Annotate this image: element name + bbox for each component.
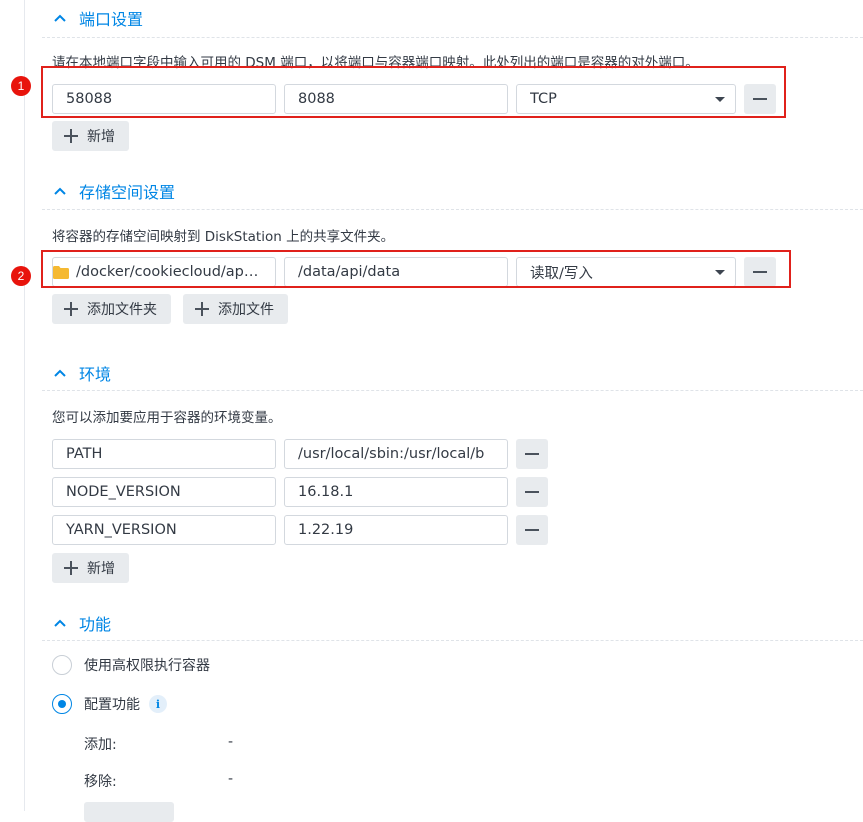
capabilities-add-value: - (228, 734, 234, 750)
plus-icon (64, 302, 78, 316)
section-divider (42, 390, 863, 391)
chevron-up-icon (52, 615, 68, 631)
env-key-input[interactable]: PATH (52, 439, 276, 469)
add-env-button[interactable]: 新增 (52, 553, 129, 583)
section-divider (42, 37, 863, 38)
capabilities-remove-value: - (228, 771, 234, 787)
remove-env-button[interactable] (516, 515, 548, 545)
chevron-up-icon (52, 183, 68, 199)
capabilities-remove-label: 移除: (84, 774, 117, 790)
configure-capabilities-option[interactable]: 配置功能 i (52, 693, 167, 715)
highlight-box-1 (41, 66, 786, 118)
section-title-environment: 环境 (79, 365, 112, 384)
remove-env-button[interactable] (516, 477, 548, 507)
env-value-input[interactable]: 1.22.19 (284, 515, 508, 545)
add-folder-button[interactable]: 添加文件夹 (52, 294, 171, 324)
chevron-up-icon (52, 10, 68, 26)
env-key-input[interactable]: NODE_VERSION (52, 477, 276, 507)
section-header-ports[interactable]: 端口设置 (52, 6, 143, 30)
section-title-capabilities: 功能 (79, 615, 112, 634)
remove-env-button[interactable] (516, 439, 548, 469)
minus-icon (525, 453, 539, 455)
minus-icon (525, 491, 539, 493)
env-key-input[interactable]: YARN_VERSION (52, 515, 276, 545)
minus-icon (525, 529, 539, 531)
plus-icon (64, 561, 78, 575)
chevron-up-icon (52, 365, 68, 381)
add-file-button[interactable]: 添加文件 (183, 294, 288, 324)
privileged-radio[interactable] (52, 655, 72, 675)
info-icon[interactable]: i (149, 695, 167, 713)
section-title-ports: 端口设置 (79, 10, 144, 29)
capabilities-add-label: 添加: (84, 737, 117, 753)
storage-description: 将容器的存储空间映射到 DiskStation 上的共享文件夹。 (52, 229, 395, 245)
annotation-badge-1: 1 (11, 76, 31, 96)
add-port-button[interactable]: 新增 (52, 121, 129, 151)
highlight-box-2 (41, 250, 791, 288)
env-value-input[interactable]: /usr/local/sbin:/usr/local/b (284, 439, 508, 469)
section-divider (42, 640, 863, 641)
configure-capabilities-radio[interactable] (52, 694, 72, 714)
section-divider (42, 209, 863, 210)
section-header-storage[interactable]: 存储空间设置 (52, 179, 175, 203)
left-divider (24, 0, 25, 811)
section-title-storage: 存储空间设置 (79, 183, 176, 202)
section-header-environment[interactable]: 环境 (52, 361, 111, 385)
env-value-input[interactable]: 16.18.1 (284, 477, 508, 507)
plus-icon (64, 129, 78, 143)
annotation-badge-2: 2 (11, 266, 31, 286)
plus-icon (195, 302, 209, 316)
privileged-option[interactable]: 使用高权限执行容器 (52, 654, 210, 676)
section-header-capabilities[interactable]: 功能 (52, 611, 111, 635)
environment-description: 您可以添加要应用于容器的环境变量。 (52, 410, 282, 426)
configure-button[interactable] (84, 802, 174, 822)
